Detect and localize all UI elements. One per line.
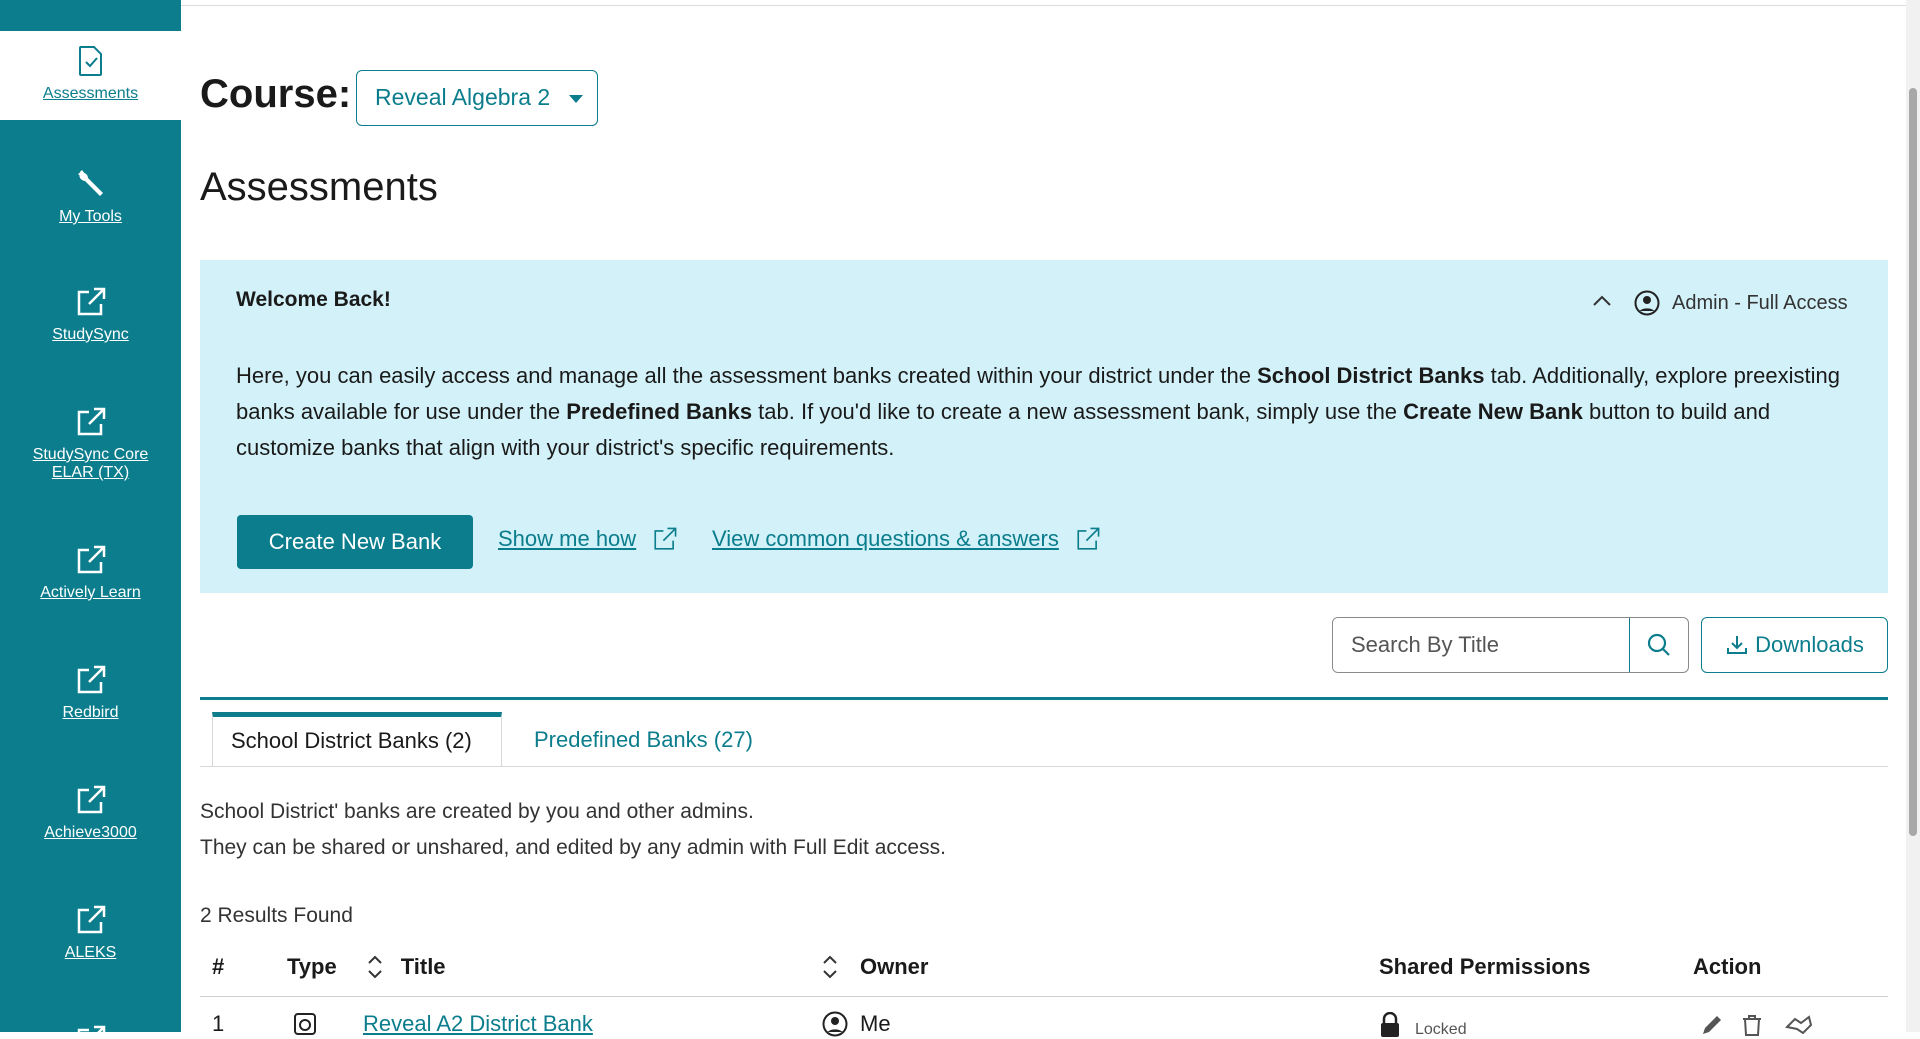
external-link-icon [77,905,105,934]
column-header-title: Title [400,954,446,979]
sort-icon[interactable] [822,954,838,980]
column-header-permissions: Shared Permissions [1379,954,1591,979]
sidebar-item-label: StudySync Core ELAR (TX) [32,446,149,481]
table-header-rule [200,996,1888,997]
show-me-how-link[interactable]: Show me how [498,526,678,552]
course-select[interactable]: Reveal Algebra 2 [356,70,598,126]
permissions-label: Locked [1415,1021,1467,1038]
role-indicator: Admin - Full Access [1634,290,1848,316]
course-select-value: Reveal Algebra 2 [375,84,551,110]
external-link-icon [77,407,105,436]
trash-icon[interactable] [1740,1013,1764,1037]
external-link-icon [1077,527,1100,550]
sidebar: Assessments My Tools StudySync StudySync… [0,0,181,1032]
search-box [1332,617,1689,673]
sidebar-item-label: StudySync [52,326,129,343]
sidebar-item-label: Actively Learn [40,584,141,601]
lock-icon [1381,1012,1399,1037]
page-title: Assessments [200,165,438,209]
caret-down-icon [569,95,583,103]
sidebar-item-more[interactable] [0,1024,181,1032]
description-line: School District' banks are created by yo… [200,800,754,823]
search-icon [1647,633,1670,656]
sidebar-item-redbird[interactable]: Redbird [0,664,181,722]
column-header-type-label: Type [287,954,337,979]
scrollbar-thumb[interactable] [1909,88,1917,836]
course-label: Course: [200,72,352,116]
top-divider [181,5,1920,6]
external-link-icon [77,287,105,316]
search-button[interactable] [1629,618,1688,672]
external-link-icon [77,545,105,574]
column-header-owner-label: Owner [860,954,929,979]
sidebar-item-studysync[interactable]: StudySync [0,286,181,344]
welcome-body: Here, you can easily access and manage a… [236,363,1840,460]
description-line: They can be shared or unshared, and edit… [200,836,946,859]
user-circle-icon [822,1011,848,1037]
sidebar-item-aleks[interactable]: ALEKS [0,904,181,962]
user-circle-icon [1634,290,1660,316]
results-count: 2 Results Found [200,904,353,927]
tab-predefined-banks[interactable]: Predefined Banks (27) [516,712,771,767]
download-icon [1727,636,1748,654]
sidebar-item-achieve3000[interactable]: Achieve3000 [0,784,181,842]
column-header-type: Type Title [287,954,446,980]
document-check-icon [78,46,102,76]
faq-label: View common questions & answers [712,526,1059,551]
tab-school-district-banks[interactable]: School District Banks (2) [212,712,502,767]
bank-type [292,1011,318,1037]
welcome-title: Welcome Back! [236,288,391,311]
tab-description: School District' banks are created by yo… [200,794,946,866]
welcome-banner: Welcome Back! Admin - Full Access Here, … [200,260,1888,593]
faq-link[interactable]: View common questions & answers [712,526,1101,552]
sidebar-item-label: Redbird [62,704,119,721]
external-link-icon [77,665,105,694]
district-bank-icon [294,1013,316,1035]
sidebar-item-studysync-core[interactable]: StudySync Core ELAR (TX) [0,406,181,482]
row-number: 1 [212,1011,225,1036]
role-label: Admin - Full Access [1672,291,1848,314]
wrench-icon [77,170,103,196]
scrollbar[interactable] [1906,0,1920,1032]
sidebar-item-assessments[interactable]: Assessments [0,31,181,120]
sidebar-item-my-tools[interactable]: My Tools [0,166,181,226]
owner-label: Me [860,1011,891,1036]
sidebar-item-label: Achieve3000 [44,824,137,841]
share-icon[interactable] [1785,1013,1813,1037]
search-input[interactable] [1333,618,1629,672]
sort-icon[interactable] [367,954,383,980]
downloads-label: Downloads [1755,632,1864,657]
sidebar-item-actively-learn[interactable]: Actively Learn [0,544,181,602]
sidebar-item-label: Assessments [42,85,139,102]
bank-permissions: Locked [1379,1011,1467,1039]
edit-pencil-icon[interactable] [1700,1013,1724,1037]
external-link-icon [654,527,677,550]
sidebar-item-label: My Tools [59,208,122,225]
bank-owner: Me [822,1011,891,1037]
column-header-num: # [212,954,225,979]
chevron-up-icon[interactable] [1587,286,1617,316]
tabs-bottom-rule [200,766,1888,767]
external-link-icon [77,1025,105,1032]
show-me-how-label: Show me how [498,526,637,551]
column-header-owner: Owner [822,954,928,980]
external-link-icon [77,785,105,814]
sidebar-item-label: ALEKS [64,944,117,961]
bank-title[interactable]: Reveal A2 District Bank [363,1011,593,1037]
bank-title-link[interactable]: Reveal A2 District Bank [363,1011,593,1037]
create-new-bank-button[interactable]: Create New Bank [237,515,473,569]
tabs-top-rule [200,697,1888,700]
downloads-button[interactable]: Downloads [1701,617,1888,673]
column-header-action: Action [1693,954,1762,979]
